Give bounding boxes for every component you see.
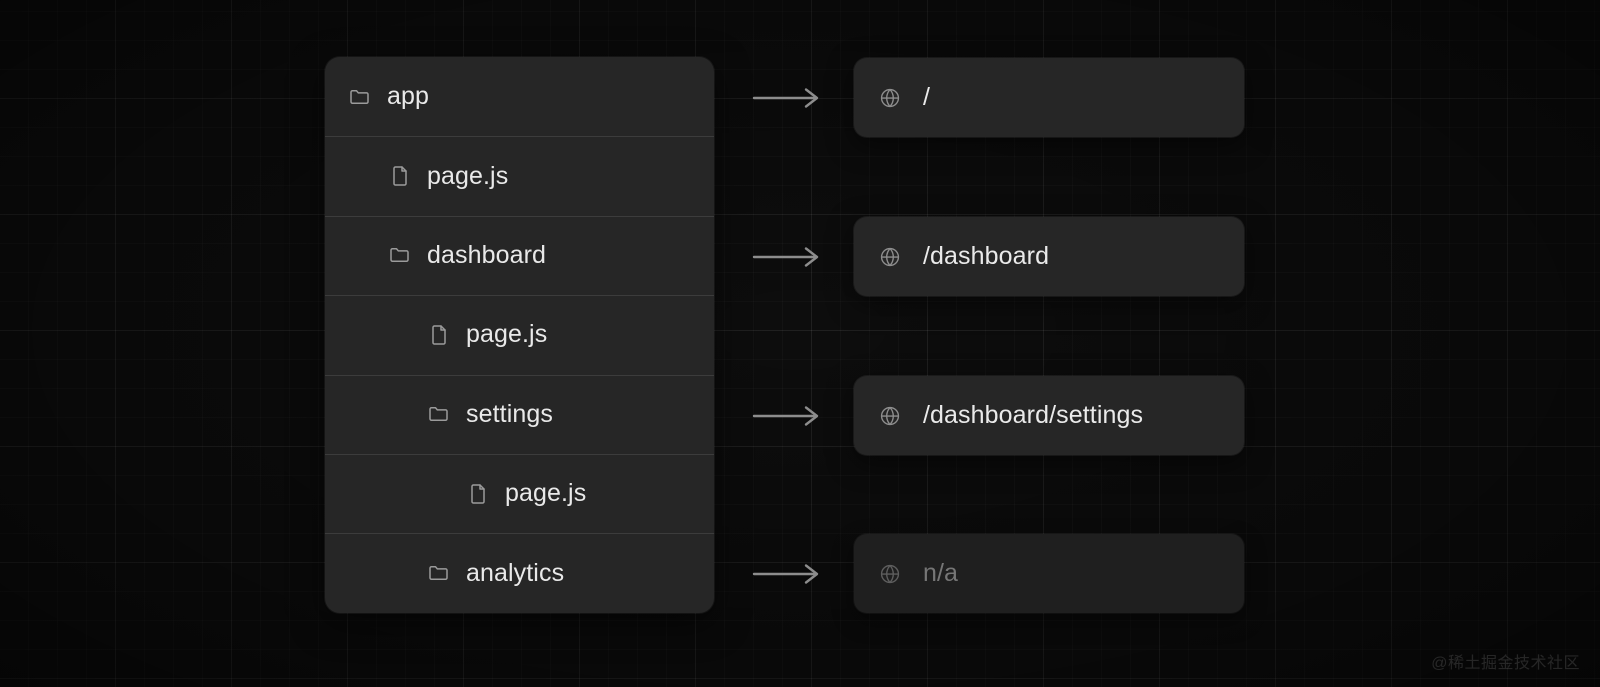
mapping-arrow-icon — [752, 562, 822, 586]
route-box[interactable]: / — [854, 58, 1244, 137]
tree-row-label: page.js — [466, 320, 548, 349]
mapping-arrow-icon — [752, 245, 822, 269]
globe-icon — [879, 87, 901, 109]
tree-row[interactable]: page.js — [325, 136, 714, 215]
diagram-canvas: app page.js dashboard page.js settings p… — [0, 0, 1600, 687]
route-box[interactable]: /dashboard/settings — [854, 376, 1244, 455]
route-label: /dashboard — [923, 242, 1050, 270]
tree-row[interactable]: settings — [325, 374, 714, 454]
route-box[interactable]: n/a — [854, 534, 1244, 613]
tree-row[interactable]: analytics — [325, 533, 714, 612]
folder-icon — [426, 401, 452, 427]
watermark: @稀土掘金技术社区 — [1431, 655, 1580, 672]
folder-icon — [347, 84, 373, 110]
route-label: n/a — [923, 559, 959, 587]
tree-row-label: settings — [466, 399, 553, 428]
route-label: /dashboard/settings — [923, 401, 1144, 429]
globe-icon — [879, 405, 901, 427]
tree-row-label: app — [387, 82, 430, 111]
folder-icon — [426, 560, 452, 586]
tree-row[interactable]: page.js — [325, 453, 714, 533]
mapping-arrow-icon — [752, 86, 822, 110]
tree-row[interactable]: app — [325, 57, 714, 136]
tree-row[interactable]: dashboard — [325, 215, 714, 295]
file-icon — [387, 163, 413, 189]
globe-icon — [879, 246, 901, 268]
file-icon — [465, 481, 491, 507]
file-tree-card: app page.js dashboard page.js settings p… — [325, 57, 714, 613]
globe-icon — [879, 563, 901, 585]
route-label: / — [923, 83, 931, 111]
folder-icon — [387, 242, 413, 268]
tree-row-label: analytics — [466, 558, 565, 587]
file-icon — [426, 322, 452, 348]
tree-row[interactable]: page.js — [325, 295, 714, 374]
tree-row-label: page.js — [427, 161, 509, 190]
route-box[interactable]: /dashboard — [854, 217, 1244, 296]
tree-row-label: dashboard — [427, 240, 547, 269]
mapping-arrow-icon — [752, 404, 822, 428]
tree-row-label: page.js — [505, 479, 587, 508]
